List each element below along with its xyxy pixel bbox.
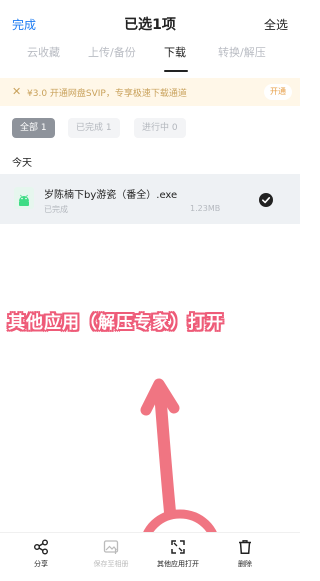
active-tab-indicator (164, 70, 188, 72)
trash-icon (239, 540, 251, 554)
filter-completed[interactable]: 已完成 1 (68, 118, 120, 138)
banner-text: ¥3.0 开通网盘SVIP，专享极速下载通道 (27, 89, 187, 99)
save-to-album-button: 保存至相册 (76, 539, 146, 569)
tab-bar: 云收藏 上传/备份 下载 转换/解压 (0, 44, 300, 70)
file-name: 岁陈楠下by游瓷（番全）.exe (44, 190, 178, 201)
tab-cloud-favorites[interactable]: 云收藏 (27, 44, 60, 60)
open-with-other-app-label: 其他应用打开 (157, 560, 199, 568)
filter-all[interactable]: 全部 1 (12, 118, 55, 138)
close-icon[interactable]: ✕ (12, 85, 21, 98)
file-list-item[interactable]: 岁陈楠下by游瓷（番全）.exe 已完成 1.23MB (0, 174, 300, 224)
select-all-button[interactable]: 全选 (264, 16, 288, 33)
open-svip-button[interactable]: 开通 (264, 84, 292, 100)
open-with-other-app-button[interactable]: 其他应用打开 (143, 539, 213, 569)
tab-upload-backup[interactable]: 上传/备份 (88, 44, 136, 60)
tab-convert-extract[interactable]: 转换/解压 (218, 44, 266, 60)
share-icon (34, 539, 48, 555)
annotation-text: 其他应用（解压专家）打开 (8, 313, 224, 333)
save-to-album-label: 保存至相册 (93, 560, 129, 568)
section-title-today: 今天 (12, 158, 32, 169)
delete-button[interactable]: 删除 (210, 539, 280, 569)
bottom-toolbar: 分享 保存至相册 其他应用打开 删除 (0, 532, 300, 581)
share-label: 分享 (34, 560, 48, 568)
share-button[interactable]: 分享 (6, 539, 76, 569)
file-status: 已完成 (44, 205, 68, 214)
open-with-icon (171, 540, 185, 554)
checkmark-icon[interactable] (259, 193, 273, 207)
filter-in-progress[interactable]: 进行中 0 (134, 118, 186, 138)
file-size: 1.23MB (190, 204, 221, 213)
android-file-icon (14, 187, 34, 209)
top-bar: 完成 已选1项 全选 (0, 0, 300, 40)
svip-banner[interactable]: ✕ ¥3.0 开通网盘SVIP，专享极速下载通道 开通 (0, 78, 300, 106)
annotation-arrow (140, 378, 180, 518)
save-album-icon (103, 540, 119, 554)
delete-label: 删除 (238, 560, 252, 568)
page-title: 已选1项 (124, 17, 176, 33)
tab-download[interactable]: 下载 (164, 44, 186, 60)
